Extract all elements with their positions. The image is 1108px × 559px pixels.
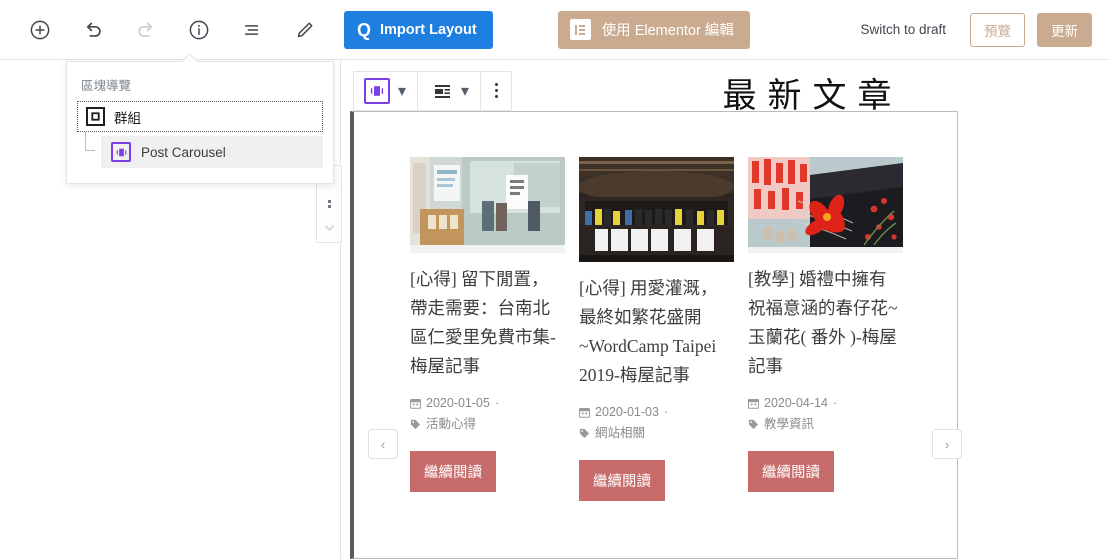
dot	[494, 82, 498, 86]
undo-icon[interactable]	[75, 12, 111, 48]
post-card[interactable]: [教學] 婚禮中擁有祝福意涵的春仔花~玉蘭花( 番外 )-梅屋記事 2020-0…	[748, 157, 903, 492]
post-carousel-icon[interactable]	[364, 78, 390, 104]
read-more-button[interactable]: 繼續閱讀	[410, 451, 496, 492]
edit-pencil-icon[interactable]	[287, 12, 323, 48]
post-date-row: 2020-01-03 ·	[579, 402, 734, 423]
top-bar-right-tools: Switch to draft 預覽 更新	[860, 12, 1108, 47]
tree-elbow-connector	[77, 132, 101, 168]
block-type-chevron-down-icon[interactable]: ▾	[393, 78, 411, 104]
editor-root: Q Import Layout 使用 Elementor 編輯 Switch t…	[0, 0, 1108, 559]
post-title[interactable]: [心得] 用愛灌溉，最終如繁花盛開~WordCamp Taipei 2019-梅…	[579, 274, 734, 390]
add-block-icon[interactable]	[22, 12, 58, 48]
carousel-icon	[111, 142, 131, 162]
block-navigation-icon[interactable]	[234, 12, 270, 48]
redo-icon[interactable]	[128, 12, 164, 48]
post-category[interactable]: 活動心得	[426, 414, 476, 435]
post-date: 2020-04-14	[764, 396, 828, 410]
edit-with-elementor-button[interactable]: 使用 Elementor 編輯	[557, 10, 750, 49]
align-left-icon[interactable]	[428, 78, 456, 104]
meta-separator: ·	[494, 396, 500, 410]
tag-icon	[579, 428, 590, 439]
post-date-row: 2020-01-05 ·	[410, 393, 565, 414]
post-category[interactable]: 教學資訊	[764, 414, 814, 435]
meta-separator: ·	[832, 396, 838, 410]
post-date-row: 2020-04-14 ·	[748, 393, 903, 414]
block-type-group: ▾	[354, 72, 417, 110]
post-title[interactable]: [心得] 留下閒置，帶走需要：台南北區仁愛里免費市集-梅屋記事	[410, 265, 565, 381]
meta-separator: ·	[663, 405, 669, 419]
post-card[interactable]: [心得] 留下閒置，帶走需要：台南北區仁愛里免費市集-梅屋記事 2020-01-…	[410, 157, 565, 492]
import-layout-label: Import Layout	[380, 21, 477, 38]
post-meta: 2020-04-14 · 教學資訊	[748, 393, 903, 435]
post-category-row: 活動心得	[410, 414, 565, 435]
post-thumbnail	[410, 157, 565, 253]
block-navigation-popover: 區塊導覽 群組 Post Carousel	[66, 61, 334, 184]
popover-title: 區塊導覽	[81, 79, 132, 93]
group-icon	[86, 107, 105, 126]
import-layout-button[interactable]: Q Import Layout	[344, 10, 493, 49]
block-toolbar: ▾ ▾	[353, 71, 512, 111]
carousel-card-list: [心得] 留下閒置，帶走需要：台南北區仁愛里免費市集-梅屋記事 2020-01-…	[410, 157, 958, 501]
elementor-label: 使用 Elementor 編輯	[601, 23, 734, 39]
sidebar-item-post-carousel[interactable]: Post Carousel	[101, 136, 323, 168]
post-date: 2020-01-03	[595, 405, 659, 419]
post-title[interactable]: [教學] 婚禮中擁有祝福意涵的春仔花~玉蘭花( 番外 )-梅屋記事	[748, 265, 903, 381]
post-date: 2020-01-05	[426, 396, 490, 410]
drag-handle-icon[interactable]	[327, 200, 331, 208]
editor-top-bar: Q Import Layout 使用 Elementor 編輯 Switch t…	[0, 0, 1108, 60]
alignment-chevron-down-icon[interactable]: ▾	[456, 78, 474, 104]
tag-icon	[748, 419, 759, 430]
group-block[interactable]: ‹ › [心得] 留下閒置，帶走需要：台南北區仁愛里免費市集-梅屋記事 2020…	[350, 111, 962, 559]
sidebar-item-post-carousel-label: Post Carousel	[141, 144, 226, 160]
top-bar-left-tools: Q Import Layout 使用 Elementor 編輯	[0, 10, 750, 49]
post-meta: 2020-01-03 · 網站相關	[579, 402, 734, 444]
post-canvas: ▾ ▾ 最新文章 ‹ › [心得] 留下閒置，帶走需要：台南北區仁愛里免費市集-…	[342, 60, 1108, 559]
move-down-icon[interactable]	[324, 219, 335, 237]
preview-button[interactable]: 預覽	[970, 12, 1025, 47]
dot	[494, 88, 498, 92]
tag-icon	[410, 419, 421, 430]
post-thumbnail	[748, 157, 903, 253]
post-category[interactable]: 網站相關	[595, 423, 645, 444]
dot	[327, 205, 331, 208]
switch-to-draft-button[interactable]: Switch to draft	[860, 22, 946, 37]
sidebar-item-group[interactable]: 群組	[77, 101, 323, 132]
post-card[interactable]: [心得] 用愛灌溉，最終如繁花盛開~WordCamp Taipei 2019-梅…	[579, 157, 734, 501]
details-info-icon[interactable]	[181, 12, 217, 48]
popover-arrow	[181, 53, 197, 62]
post-carousel-block[interactable]: [心得] 留下閒置，帶走需要：台南北區仁愛里免費市集-梅屋記事 2020-01-…	[410, 157, 958, 557]
elementor-icon	[569, 19, 591, 40]
read-more-button[interactable]: 繼續閱讀	[748, 451, 834, 492]
sidebar-item-group-label: 群組	[114, 110, 141, 126]
dot	[327, 200, 331, 203]
alignment-group: ▾	[418, 72, 480, 110]
read-more-button[interactable]: 繼續閱讀	[579, 460, 665, 501]
qubely-logo-icon: Q	[357, 19, 372, 40]
update-button[interactable]: 更新	[1037, 12, 1092, 47]
more-options-icon[interactable]	[481, 72, 511, 108]
post-thumbnail	[579, 157, 734, 262]
post-meta: 2020-01-05 · 活動心得	[410, 393, 565, 435]
post-category-row: 網站相關	[579, 423, 734, 444]
nav-child-row: Post Carousel	[77, 132, 323, 168]
carousel-prev-button[interactable]: ‹	[368, 429, 398, 459]
calendar-icon	[579, 407, 590, 418]
calendar-icon	[748, 398, 759, 409]
calendar-icon	[410, 398, 421, 409]
dot	[494, 94, 498, 98]
post-category-row: 教學資訊	[748, 414, 903, 435]
